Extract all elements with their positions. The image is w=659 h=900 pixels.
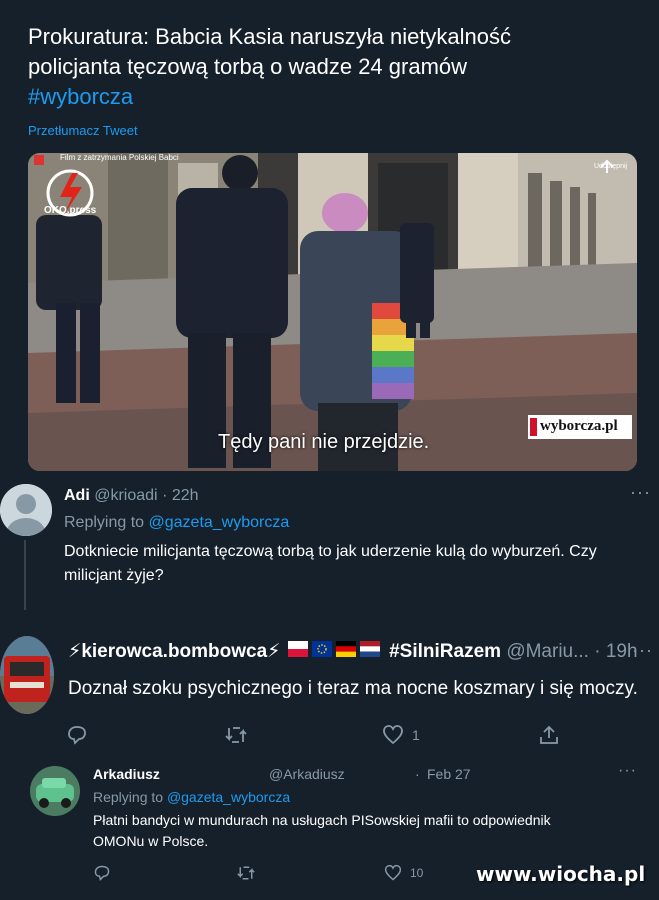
reply-button[interactable] bbox=[66, 724, 88, 746]
site-watermark: www.wiocha.pl bbox=[476, 862, 646, 886]
replying-to-link[interactable]: @gazeta_wyborcza bbox=[149, 514, 290, 531]
tweet-time[interactable]: 22h bbox=[172, 487, 199, 504]
reply-header: ⚡kierowca.bombowca⚡ #SilniRazem @Mariu..… bbox=[68, 640, 638, 663]
like-count: 1 bbox=[412, 727, 420, 743]
reply-text: Doznał szoku psychicznego i teraz ma noc… bbox=[68, 678, 638, 699]
replying-to: Replying to @gazeta_wyborcza bbox=[64, 514, 289, 532]
reply-tweet-arkadiusz[interactable]: Arkadiusz @Arkadiusz · Feb 27 ··· Replyi… bbox=[0, 760, 659, 900]
translate-tweet-link[interactable]: Przetłumacz Tweet bbox=[28, 123, 138, 138]
video-share-label: Udostępnij bbox=[594, 163, 628, 170]
like-count: 10 bbox=[410, 866, 424, 880]
top-tweet: Prokuratura: Babcia Kasia naruszyła niet… bbox=[0, 0, 659, 472]
video-subtitle: Tędy pani nie przejdzie. bbox=[218, 431, 430, 453]
more-icon[interactable]: ··· bbox=[632, 640, 653, 661]
like-button[interactable]: 1 bbox=[382, 724, 420, 746]
more-icon[interactable]: ··· bbox=[630, 482, 651, 503]
default-avatar-icon bbox=[0, 484, 52, 536]
author-name[interactable]: ⚡kierowca.bombowca⚡ bbox=[68, 641, 281, 662]
like-button[interactable]: 10 bbox=[384, 864, 423, 882]
retweet-icon bbox=[237, 866, 255, 880]
replying-to-label: Replying to bbox=[64, 514, 145, 531]
like-icon bbox=[384, 864, 402, 881]
author-name[interactable]: Adi bbox=[64, 487, 90, 504]
author-handle[interactable]: @krioadi bbox=[94, 487, 157, 504]
replying-to-label: Replying to bbox=[93, 789, 164, 805]
truck-avatar-icon bbox=[0, 636, 54, 714]
reply-text-line2: OMONu w Polsce. bbox=[93, 833, 209, 849]
video-overlay-title: Film z zatrzymania Polskiej Babci bbox=[60, 153, 179, 162]
reply-icon bbox=[94, 865, 110, 881]
oko-label: OKO.press bbox=[44, 205, 97, 216]
reply-header: Adi @krioadi · 22h bbox=[64, 487, 199, 504]
replying-to-link[interactable]: @gazeta_wyborcza bbox=[167, 789, 290, 805]
name-hashtag[interactable]: #SilniRazem bbox=[389, 641, 501, 662]
flags-icon bbox=[287, 640, 380, 657]
avatar[interactable] bbox=[0, 484, 52, 536]
share-icon bbox=[540, 725, 558, 744]
reply-button[interactable] bbox=[93, 864, 111, 882]
reply-text: Płatni bandyci w mundurach na usługach P… bbox=[93, 810, 653, 852]
hashtag-link[interactable]: #wyborcza bbox=[28, 82, 628, 112]
reply-icon bbox=[68, 726, 86, 745]
reply-tweet-kierowca[interactable]: ⚡kierowca.bombowca⚡ #SilniRazem @Mariu..… bbox=[0, 612, 659, 760]
avatar[interactable] bbox=[30, 766, 80, 816]
author-handle[interactable]: @Arkadiusz bbox=[269, 766, 345, 782]
like-icon bbox=[383, 725, 403, 745]
avatar[interactable] bbox=[0, 636, 54, 714]
author-name[interactable]: Arkadiusz bbox=[93, 766, 160, 782]
reply-text-line2: milicjant żyje? bbox=[64, 567, 164, 584]
tweet-time[interactable]: Feb 27 bbox=[427, 766, 471, 782]
author-handle[interactable]: @Mariu... bbox=[506, 641, 589, 662]
flags bbox=[287, 640, 382, 663]
reply-text-line1: Dotkniecie milicjanta tęczową torbą to j… bbox=[64, 543, 597, 560]
reply-text: Dotkniecie milicjanta tęczową torbą to j… bbox=[64, 540, 654, 588]
retweet-button[interactable] bbox=[236, 864, 256, 882]
thread-line bbox=[24, 540, 26, 610]
more-icon[interactable]: ··· bbox=[618, 762, 637, 780]
retweet-icon bbox=[225, 727, 247, 743]
tweet-text: Prokuratura: Babcia Kasia naruszyła niet… bbox=[28, 22, 628, 112]
share-button[interactable] bbox=[538, 724, 560, 746]
reply-text-line1: Płatni bandyci w mundurach na usługach P… bbox=[93, 812, 551, 828]
tweet-text-line2: policjanta tęczową torbą o wadze 24 gram… bbox=[28, 54, 468, 79]
tweet-video[interactable]: Film z zatrzymania Polskiej Babci OKO.pr… bbox=[28, 153, 637, 471]
replying-to: Replying to @gazeta_wyborcza bbox=[93, 789, 290, 805]
car-avatar-icon bbox=[30, 766, 80, 816]
reply-tweet-adi[interactable]: Adi @krioadi · 22h ··· Replying to @gaze… bbox=[0, 472, 659, 612]
retweet-button[interactable] bbox=[224, 724, 248, 746]
reply-header: Arkadiusz @Arkadiusz · Feb 27 bbox=[93, 766, 471, 782]
tweet-text-line1: Prokuratura: Babcia Kasia naruszyła niet… bbox=[28, 24, 512, 49]
wyborcza-watermark: wyborcza.pl bbox=[540, 418, 618, 434]
